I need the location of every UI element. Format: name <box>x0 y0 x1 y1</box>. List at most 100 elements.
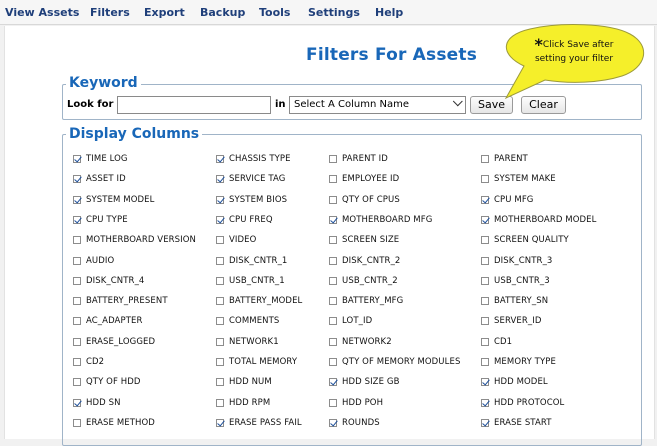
column-option-label: CD1 <box>494 337 513 347</box>
checkbox[interactable] <box>73 338 81 346</box>
checkbox[interactable] <box>73 175 81 183</box>
column-option-label: SERVICE TAG <box>229 174 286 184</box>
checkbox[interactable] <box>73 216 81 224</box>
checkbox[interactable] <box>73 236 81 244</box>
column-option-label: ERASE PASS FAIL <box>229 418 302 428</box>
column-option-label: MOTHERBOARD VERSION <box>86 235 197 245</box>
checkbox[interactable] <box>329 399 337 407</box>
column-option-label: ERASE METHOD <box>86 418 155 428</box>
column-option-label: BATTERY_MODEL <box>229 296 303 306</box>
checkbox[interactable] <box>216 155 224 163</box>
keyword-legend: Keyword <box>66 75 141 91</box>
checkbox[interactable] <box>216 358 224 366</box>
column-option-label: BATTERY_MFG <box>342 296 404 306</box>
column-option-label: DISK_CNTR_3 <box>494 256 553 266</box>
checkbox[interactable] <box>73 277 81 285</box>
column-option-label: SYSTEM MODEL <box>86 195 155 205</box>
checkbox[interactable] <box>216 236 224 244</box>
checkbox[interactable] <box>73 196 81 204</box>
checkbox[interactable] <box>481 378 489 386</box>
checkbox[interactable] <box>329 358 337 366</box>
menu-filters[interactable]: Filters <box>90 6 130 19</box>
menu-settings[interactable]: Settings <box>308 6 360 19</box>
column-option-label: QTY OF HDD <box>86 377 141 387</box>
checkbox[interactable] <box>216 419 224 427</box>
column-option-label: SCREEN QUALITY <box>494 235 569 245</box>
checkbox[interactable] <box>216 277 224 285</box>
checkbox[interactable] <box>329 317 337 325</box>
column-name-select-value: Select A Column Name <box>294 99 410 110</box>
menu-help[interactable]: Help <box>375 6 403 19</box>
column-option-label: HDD PROTOCOL <box>494 398 565 408</box>
column-option-label: ASSET ID <box>86 174 126 184</box>
menu-tools[interactable]: Tools <box>259 6 290 19</box>
column-option-label: ERASE_LOGGED <box>86 337 156 347</box>
column-option-label: VIDEO <box>229 235 257 245</box>
column-option-label: SYSTEM BIOS <box>229 195 288 205</box>
column-option-label: COMMENTS <box>229 316 280 326</box>
column-name-select[interactable]: Select A Column Name <box>289 96 466 114</box>
column-option-label: HDD NUM <box>229 377 272 387</box>
checkbox[interactable] <box>329 155 337 163</box>
checkbox[interactable] <box>481 155 489 163</box>
checkbox[interactable] <box>329 196 337 204</box>
checkbox[interactable] <box>216 378 224 386</box>
checkbox[interactable] <box>481 277 489 285</box>
checkbox[interactable] <box>329 378 337 386</box>
checkbox[interactable] <box>216 317 224 325</box>
checkbox[interactable] <box>329 338 337 346</box>
checkbox[interactable] <box>216 175 224 183</box>
checkbox[interactable] <box>481 236 489 244</box>
column-option-label: BATTERY_SN <box>494 296 549 306</box>
checkbox[interactable] <box>481 216 489 224</box>
callout-text: *Click Save after setting your filter <box>515 37 633 66</box>
checkbox[interactable] <box>73 378 81 386</box>
checkbox[interactable] <box>329 257 337 265</box>
checkbox[interactable] <box>481 338 489 346</box>
checkbox[interactable] <box>216 196 224 204</box>
checkbox[interactable] <box>329 419 337 427</box>
checkbox[interactable] <box>73 358 81 366</box>
checkbox[interactable] <box>216 338 224 346</box>
checkbox[interactable] <box>329 297 337 305</box>
column-option-label: HDD POH <box>342 398 384 408</box>
column-option-label: CPU MFG <box>494 195 534 205</box>
look-for-input[interactable] <box>117 96 271 114</box>
checkbox[interactable] <box>329 277 337 285</box>
checkbox[interactable] <box>73 399 81 407</box>
column-option-label: HDD MODEL <box>494 377 548 387</box>
column-option-label: CHASSIS TYPE <box>229 154 291 164</box>
menu-backup[interactable]: Backup <box>200 6 245 19</box>
checkbox[interactable] <box>481 175 489 183</box>
checkbox[interactable] <box>481 196 489 204</box>
checkbox[interactable] <box>329 216 337 224</box>
checkbox[interactable] <box>216 399 224 407</box>
checkbox[interactable] <box>73 257 81 265</box>
clear-button[interactable]: Clear <box>521 96 566 114</box>
menu-view-assets[interactable]: View Assets <box>5 6 79 19</box>
checkbox[interactable] <box>329 175 337 183</box>
checkbox[interactable] <box>73 317 81 325</box>
checkbox[interactable] <box>481 358 489 366</box>
save-button[interactable]: Save <box>470 96 513 114</box>
checkbox[interactable] <box>73 419 81 427</box>
column-option-label: NETWORK1 <box>229 337 279 347</box>
checkbox[interactable] <box>216 297 224 305</box>
page-title: Filters For Assets <box>306 45 478 65</box>
checkbox[interactable] <box>481 297 489 305</box>
column-option-label: QTY OF MEMORY MODULES <box>342 357 461 367</box>
top-menu-bar: View Assets Filters Export Backup Tools … <box>0 0 657 25</box>
checkbox[interactable] <box>73 155 81 163</box>
checkbox[interactable] <box>481 317 489 325</box>
checkbox[interactable] <box>481 399 489 407</box>
checkbox[interactable] <box>73 297 81 305</box>
checkbox[interactable] <box>329 236 337 244</box>
checkbox[interactable] <box>481 419 489 427</box>
checkbox[interactable] <box>481 257 489 265</box>
checkbox[interactable] <box>216 216 224 224</box>
checkbox[interactable] <box>216 257 224 265</box>
column-option-label: BATTERY_PRESENT <box>86 296 168 306</box>
menu-export[interactable]: Export <box>144 6 185 19</box>
display-columns-legend: Display Columns <box>66 126 203 142</box>
column-option-label: MEMORY TYPE <box>494 357 556 367</box>
